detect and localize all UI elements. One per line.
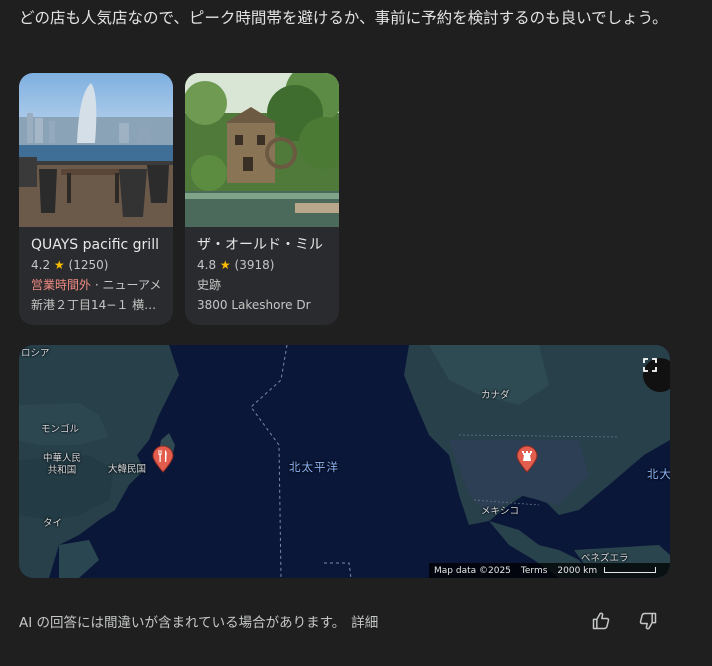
- expand-map-button[interactable]: [643, 358, 670, 392]
- place-rating-row: 4.2 ★ (1250): [31, 256, 161, 275]
- place-category: 史跡: [197, 278, 222, 292]
- review-count: (1250): [68, 258, 109, 272]
- map-label-venezuela: ベネズエラ: [581, 553, 629, 564]
- star-icon: ★: [53, 258, 65, 272]
- map-label-north-atlantic: 北大: [647, 467, 670, 481]
- place-status-row: 営業時間外 · ニューアメ: [31, 276, 161, 295]
- map-label-china: 中華人民 共和国: [43, 453, 82, 476]
- map-label-mongolia: モンゴル: [41, 424, 80, 435]
- map-scale-label: 2000 km: [557, 565, 598, 576]
- map-label-north-pacific: 北太平洋: [289, 460, 339, 474]
- place-card-old-mill[interactable]: ザ・オールド・ミル 4.8 ★ (3918) 史跡 3800 Lakeshore…: [185, 73, 339, 325]
- place-name: ザ・オールド・ミル: [197, 237, 323, 253]
- place-address: 3800 Lakeshore Dr: [197, 298, 311, 312]
- place-address: 新港２丁目14−１ 横…: [31, 298, 157, 312]
- star-icon: ★: [219, 258, 231, 272]
- map-attribution-bar: Map data ©2025 Terms 2000 km: [429, 563, 670, 578]
- map-label-thailand: タイ: [43, 518, 63, 529]
- thumbs-down-icon: [639, 612, 657, 630]
- map-label-korea: 大韓民国: [108, 464, 147, 475]
- map-label-mexico: メキシコ: [481, 506, 520, 517]
- review-count: (3918): [234, 258, 275, 272]
- place-name: QUAYS pacific grill: [31, 237, 159, 253]
- learn-more-link[interactable]: 詳細: [351, 615, 378, 631]
- map-data-attribution: Map data ©2025: [434, 565, 511, 576]
- place-category: · ニューアメ: [91, 278, 161, 292]
- map-terms-link[interactable]: Terms: [521, 566, 548, 576]
- map-view[interactable]: ロシア モンゴル 中華人民 共和国 大韓民国 タイ 北太平洋 北大 カナダ メキ…: [19, 345, 670, 578]
- disclaimer-text: AI の回答には間違いが含まれている場合があります。: [19, 615, 346, 631]
- place-photo-quays: [19, 73, 173, 227]
- thumbs-up-icon: [592, 612, 610, 630]
- scale-bar: [604, 566, 657, 573]
- open-status: 営業時間外: [31, 278, 92, 292]
- place-photo-old-mill: [185, 73, 339, 227]
- ai-disclaimer: AI の回答には間違いが含まれている場合があります。 詳細: [19, 611, 378, 631]
- fullscreen-icon: [643, 358, 657, 372]
- intro-text: どの店も人気店なので、ピーク時間帯を避けるか、事前に予約を検討するのも良いでしょ…: [19, 9, 668, 27]
- place-card-quays[interactable]: QUAYS pacific grill 4.2 ★ (1250) 営業時間外 ·…: [19, 73, 173, 325]
- thumbs-up-button[interactable]: [589, 609, 613, 633]
- rating-value: 4.8: [197, 258, 217, 272]
- map-label-russia: ロシア: [21, 348, 50, 359]
- thumbs-down-button[interactable]: [636, 609, 660, 633]
- rating-value: 4.2: [31, 258, 51, 272]
- place-rating-row: 4.8 ★ (3918): [197, 256, 327, 275]
- map-scale: 2000 km: [557, 565, 657, 576]
- map-label-canada: カナダ: [481, 390, 510, 401]
